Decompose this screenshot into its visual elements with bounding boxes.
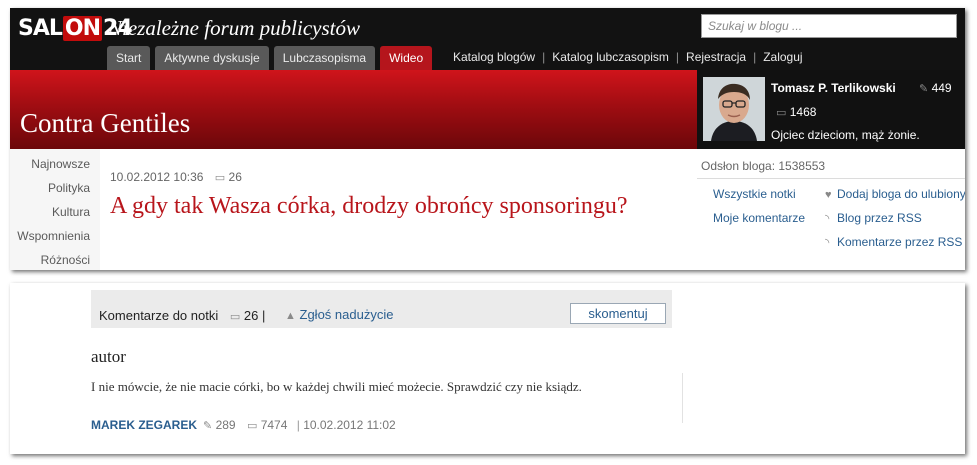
comment-body: I nie mówcie, że nie macie córki, bo w k… — [91, 379, 582, 394]
blog-rss-label: Blog przez RSS — [837, 211, 922, 225]
add-comment-button[interactable]: skomentuj — [570, 303, 666, 324]
tab-start[interactable]: Start — [107, 46, 151, 70]
comment-author-comments: 7474 — [260, 418, 288, 432]
author-box: Tomasz P. Terlikowski ✎ 449 ▭ 1468 Ojcie… — [697, 70, 965, 149]
post-datetime: 10.02.2012 10:36 — [110, 170, 204, 184]
comment-title: autor — [91, 347, 126, 366]
report-abuse-label: Zgłoś nadużycie — [299, 307, 394, 322]
avatar-photo-icon — [703, 77, 765, 141]
link-comments-rss[interactable]: ◝ Komentarze przez RSS — [825, 235, 962, 249]
category-wspomnienia[interactable]: Wspomnienia — [17, 229, 90, 243]
add-favourites-label: Dodaj bloga do ulubionych — [837, 187, 965, 201]
post-title[interactable]: A gdy tak Wasza córka, drodzy obrońcy sp… — [110, 191, 670, 221]
category-sidebar: Najnowsze Polityka Kultura Wspomnienia R… — [10, 149, 100, 270]
logo-text-on: ON — [62, 15, 103, 41]
top-navigation-bar: SALON24 Niezależne forum publicystów Sta… — [10, 8, 965, 70]
tab-active-discussions[interactable]: Aktywne dyskusje — [155, 46, 269, 70]
comment-bubble-icon: ▭ — [214, 172, 226, 184]
link-login[interactable]: Zaloguj — [763, 50, 802, 64]
header-links: Katalog blogów | Katalog lubczasopism | … — [453, 50, 803, 64]
post-meta: 10.02.2012 10:36 ▭ 26 — [110, 170, 242, 184]
comments-rss-label: Komentarze przez RSS — [837, 235, 963, 249]
comments-separator: | — [261, 308, 266, 323]
author-comment-count: ▭ 1468 — [776, 105, 816, 119]
author-post-count: ✎ 449 — [919, 81, 952, 95]
blog-header-panel: SALON24 Niezależne forum publicystów Sta… — [10, 8, 965, 270]
comments-header: Komentarze do notki ▭ 26 | — [99, 308, 265, 323]
category-roznosci[interactable]: Różności — [41, 253, 90, 267]
author-comments-value: 1468 — [789, 105, 817, 119]
author-avatar[interactable] — [703, 77, 765, 141]
link-my-comments[interactable]: Moje komentarze — [713, 211, 805, 225]
comment-bubble-icon: ▭ — [776, 107, 787, 119]
rss-icon: ◝ — [825, 213, 830, 225]
blog-search-input[interactable] — [701, 14, 957, 38]
comment-bubble-icon: ▭ — [229, 311, 241, 323]
main-tabs: Start Aktywne dyskusje Lubczasopisma Wid… — [107, 46, 433, 70]
divider — [697, 178, 965, 179]
blog-title[interactable]: Contra Gentiles — [20, 108, 190, 139]
divider — [682, 373, 683, 423]
link-add-to-favourites[interactable]: ♥ Dodaj bloga do ulubionych — [825, 187, 965, 201]
post-header: 10.02.2012 10:36 ▭ 26 A gdy tak Wasza có… — [100, 149, 697, 270]
nav-separator: | — [542, 50, 546, 64]
meta-separator: | — [296, 418, 300, 432]
nav-separator: | — [753, 50, 757, 64]
blog-info-sidebar: Odsłon bloga: 1538553 Wszystkie notki Mo… — [697, 149, 965, 270]
author-motto: Ojciec dzieciom, mąż żonie. — [771, 128, 920, 142]
link-register[interactable]: Rejestracja — [686, 50, 746, 64]
link-magazine-catalog[interactable]: Katalog lubczasopism — [552, 50, 669, 64]
site-tagline: Niezależne forum publicystów — [108, 16, 360, 40]
comment-author-stats: ✎ 289 ▭ 7474 | 10.02.2012 11:02 — [203, 418, 396, 432]
category-kultura[interactable]: Kultura — [52, 205, 90, 219]
rss-icon: ◝ — [825, 237, 830, 249]
pencil-icon: ✎ — [203, 420, 213, 432]
link-all-posts[interactable]: Wszystkie notki — [713, 187, 796, 201]
pencil-icon: ✎ — [919, 83, 929, 95]
nav-separator: | — [675, 50, 680, 64]
category-polityka[interactable]: Polityka — [48, 181, 90, 195]
link-blog-catalog[interactable]: Katalog blogów — [453, 50, 535, 64]
warning-icon: ▲ — [285, 310, 296, 322]
comments-toolbar: Komentarze do notki ▭ 26 | ▲ Zgłoś naduż… — [91, 290, 672, 328]
blog-banner: Contra Gentiles Tomasz P. Terlikowski ✎ … — [10, 70, 965, 149]
author-name[interactable]: Tomasz P. Terlikowski — [771, 81, 896, 95]
tab-lubczasopisma[interactable]: Lubczasopisma — [273, 46, 376, 70]
post-comment-count[interactable]: 26 — [229, 170, 242, 184]
link-blog-rss[interactable]: ◝ Blog przez RSS — [825, 211, 922, 225]
comment-author-posts: 289 — [215, 418, 236, 432]
logo-text-left: SAL — [18, 15, 63, 41]
author-posts-value: 449 — [931, 81, 952, 95]
comments-panel: Komentarze do notki ▭ 26 | ▲ Zgłoś naduż… — [10, 283, 965, 454]
comments-count: 26 — [243, 308, 259, 323]
comment-datetime: 10.02.2012 11:02 — [303, 418, 396, 432]
comment-bubble-icon: ▭ — [246, 420, 258, 432]
tab-wideo[interactable]: Wideo — [380, 46, 433, 70]
comments-label: Komentarze do notki — [99, 308, 219, 323]
report-abuse-link[interactable]: ▲ Zgłoś nadużycie — [285, 307, 393, 322]
category-najnowsze[interactable]: Najnowsze — [31, 157, 90, 171]
blog-view-count: Odsłon bloga: 1538553 — [701, 159, 826, 173]
comment-author[interactable]: MAREK ZEGAREK — [91, 418, 197, 432]
heart-icon: ♥ — [825, 189, 832, 201]
